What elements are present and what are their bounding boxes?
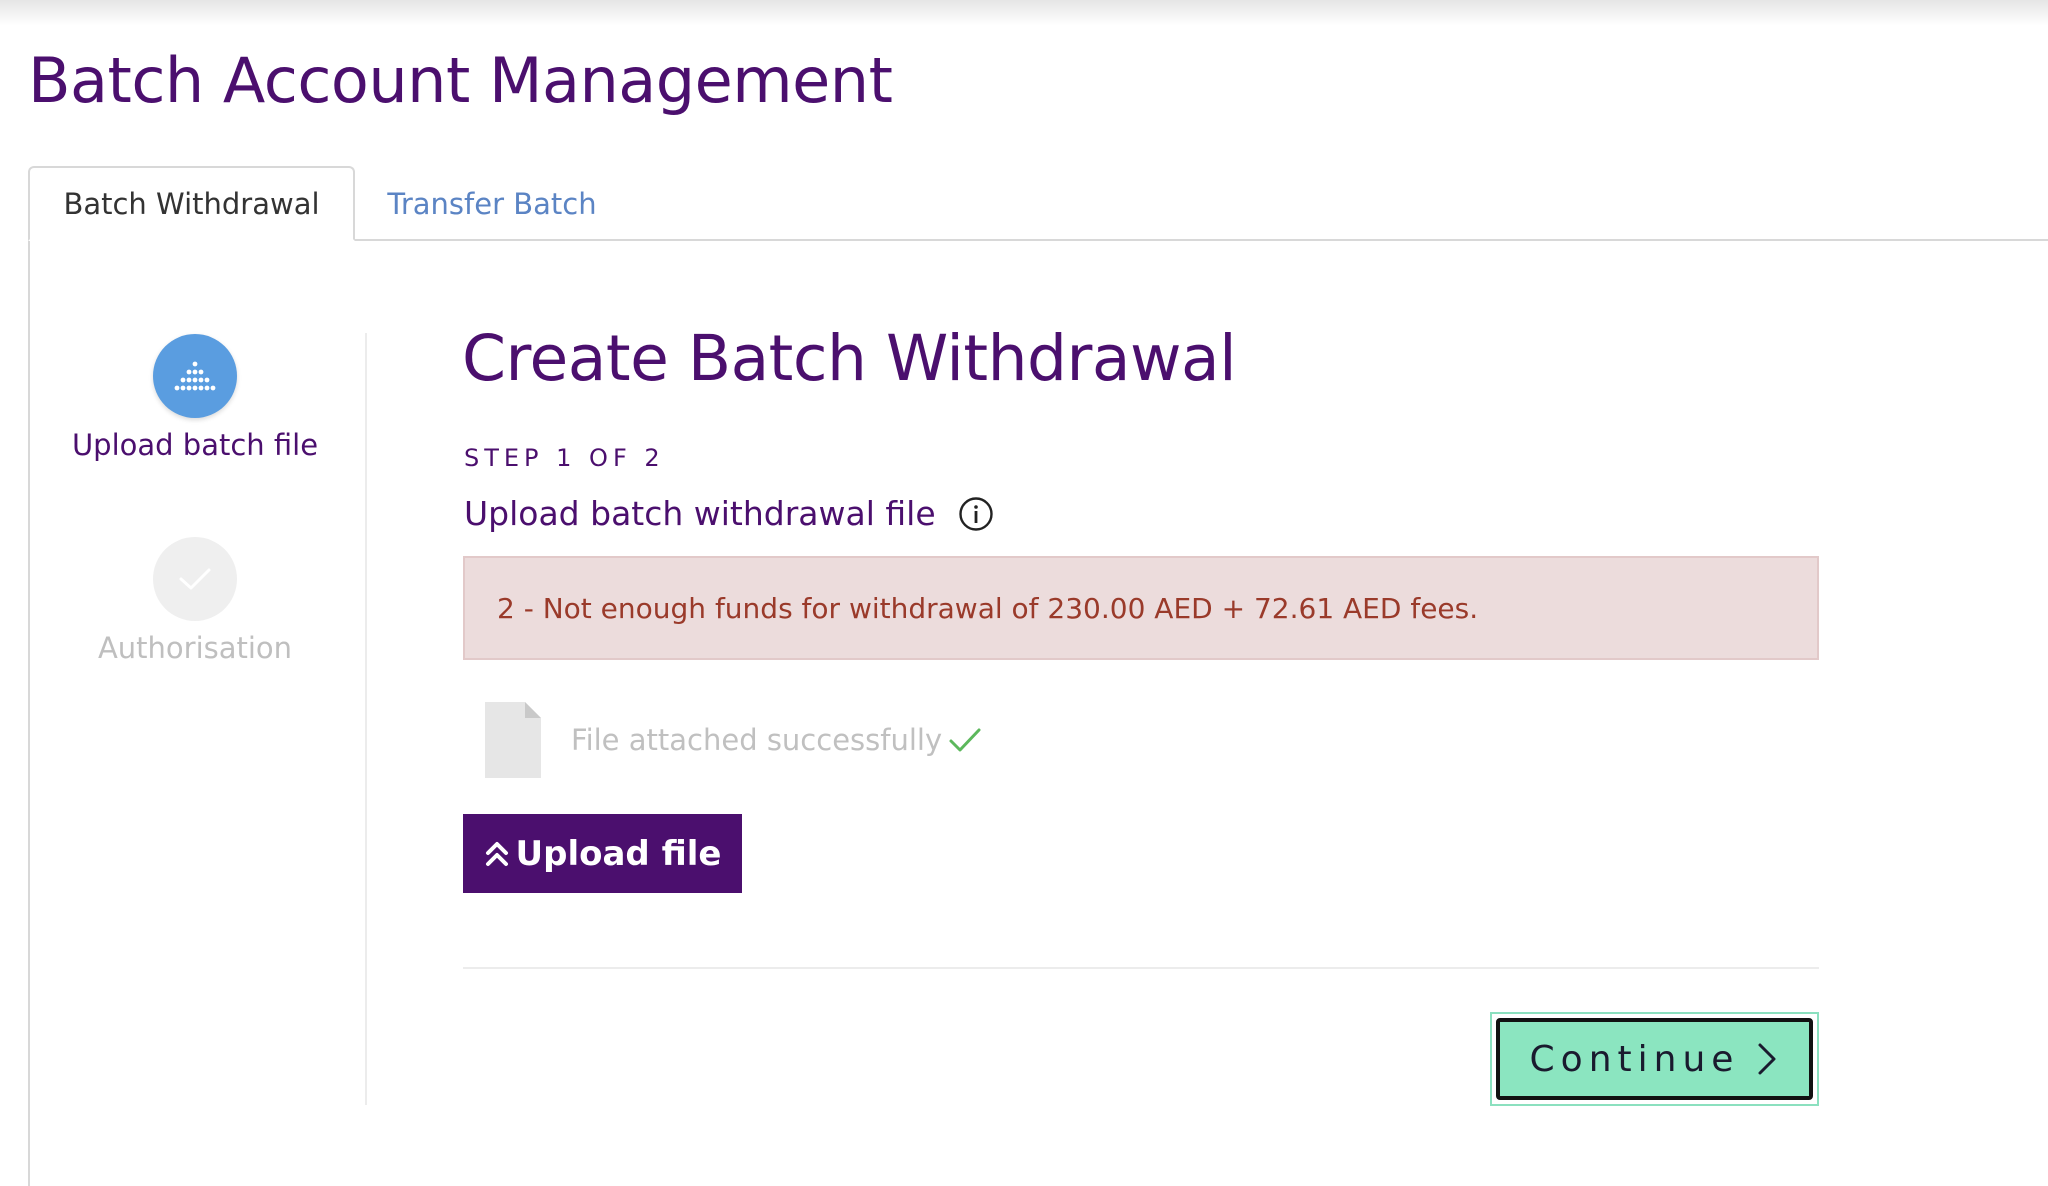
step-indicator-active <box>153 334 237 418</box>
upload-file-label: Upload file <box>515 833 722 874</box>
tab-transfer-batch[interactable]: Transfer Batch <box>372 166 612 241</box>
dots-grid-icon <box>174 361 216 391</box>
continue-label: Continue <box>1529 1038 1740 1080</box>
check-icon <box>179 568 211 590</box>
panel-border <box>28 239 30 1186</box>
continue-button[interactable]: Continue <box>1496 1018 1813 1100</box>
top-bar-shadow <box>0 0 2048 26</box>
step-counter: STEP 1 OF 2 <box>464 444 665 472</box>
continue-focus-ring: Continue <box>1490 1012 1819 1106</box>
stepper-divider <box>365 333 367 1105</box>
upload-heading-text: Upload batch withdrawal file <box>464 494 936 533</box>
success-check-icon <box>949 728 981 752</box>
content-divider <box>463 967 1819 969</box>
tab-batch-withdrawal[interactable]: Batch Withdrawal <box>28 166 355 241</box>
step-label-upload: Upload batch file <box>71 428 319 462</box>
upload-file-button[interactable]: Upload file <box>463 814 742 893</box>
file-status-text: File attached successfully <box>571 723 943 757</box>
step-upload-batch-file: Upload batch file <box>40 334 350 462</box>
step-label-authorisation: Authorisation <box>97 631 293 665</box>
double-chevron-up-icon <box>485 841 508 866</box>
step-indicator-pending <box>153 537 237 621</box>
error-alert: 2 - Not enough funds for withdrawal of 2… <box>463 556 1819 660</box>
file-icon <box>485 702 541 778</box>
error-message: 2 - Not enough funds for withdrawal of 2… <box>497 591 1479 625</box>
page-title: Batch Account Management <box>28 44 893 117</box>
section-title: Create Batch Withdrawal <box>462 322 1237 395</box>
attached-file-row: File attached successfully <box>483 700 982 780</box>
chevron-right-icon <box>1758 1043 1776 1075</box>
upload-heading: Upload batch withdrawal file <box>464 494 994 533</box>
info-icon[interactable] <box>958 496 994 532</box>
step-authorisation: Authorisation <box>40 537 350 665</box>
